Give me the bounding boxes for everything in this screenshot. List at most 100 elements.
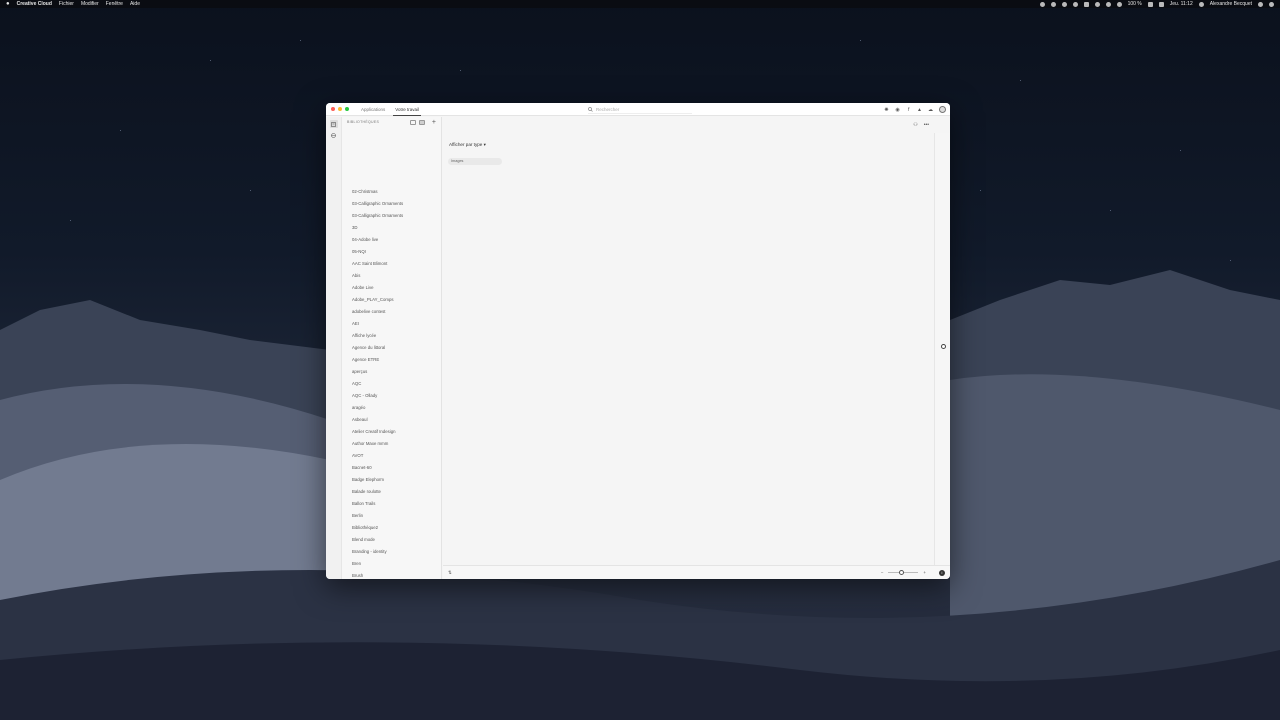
flag-icon[interactable]	[1158, 1, 1164, 7]
creative-cloud-icon[interactable]	[1061, 1, 1067, 7]
library-item[interactable]: aragéo	[352, 402, 403, 414]
tab-applications[interactable]: Applications	[361, 103, 385, 116]
library-item[interactable]: 02-Christmas	[352, 186, 403, 198]
library-item[interactable]: Bren	[352, 558, 403, 570]
minimize-window-button[interactable]	[338, 107, 342, 111]
libraries-panel: BIBLIOTHÈQUES + 02-Christmas 03-Calligrap…	[342, 117, 442, 579]
creative-cloud-window: Applications Votre travail Rechercher ✺ …	[326, 103, 950, 579]
help-icon[interactable]: ◉	[895, 107, 900, 113]
library-item[interactable]: 3D	[352, 222, 403, 234]
notification-center-icon[interactable]	[1269, 1, 1274, 7]
search-icon	[588, 106, 593, 112]
display-icon[interactable]	[1083, 1, 1089, 7]
close-window-button[interactable]	[331, 107, 335, 111]
library-item[interactable]: Adobe Live	[352, 282, 403, 294]
library-item[interactable]: Affiche lycée	[352, 330, 403, 342]
library-item[interactable]: aperçus	[352, 366, 403, 378]
status-icon[interactable]	[1039, 1, 1045, 7]
list-view-icon[interactable]	[409, 119, 416, 125]
library-item[interactable]: 03-Calligraphic Ornaments	[352, 198, 403, 210]
macos-menubar: ● Creative Cloud Fichier Modifier Fenêtr…	[0, 0, 1280, 8]
library-item[interactable]: Balade roulotte	[352, 486, 403, 498]
library-item[interactable]: 04-Adobe live	[352, 234, 403, 246]
sort-icon[interactable]: ⇅	[448, 570, 452, 576]
library-item[interactable]: AEI	[352, 318, 403, 330]
tab-votre-travail[interactable]: Votre travail	[393, 103, 421, 116]
menu-fenetre[interactable]: Fenêtre	[106, 1, 123, 7]
library-item[interactable]: Asbeaul	[352, 414, 403, 426]
library-item[interactable]: Author Maxe mmm	[352, 438, 403, 450]
grid-view-icon[interactable]	[418, 119, 425, 125]
add-library-button[interactable]: +	[432, 119, 436, 126]
search-bar[interactable]: Rechercher	[588, 105, 692, 114]
filter-label: Afficher par type	[449, 142, 483, 147]
search-input[interactable]: Rechercher	[596, 107, 619, 112]
dropbox-icon[interactable]	[1050, 1, 1056, 7]
library-item[interactable]: Agence ETRE	[352, 354, 403, 366]
library-item[interactable]: Brush	[352, 570, 403, 579]
apple-icon[interactable]: ●	[6, 1, 10, 7]
library-item[interactable]: 05-NQI	[352, 246, 403, 258]
library-item[interactable]: Badge Elephorm	[352, 474, 403, 486]
time-machine-icon[interactable]	[1094, 1, 1100, 7]
library-item[interactable]: Ballon Trails	[352, 498, 403, 510]
library-item[interactable]: adobelive contest	[352, 306, 403, 318]
zoom-out-icon[interactable]: −	[881, 570, 884, 575]
libraries-list: 02-Christmas 03-Calligraphic Ornaments 03-…	[352, 186, 403, 579]
library-item[interactable]: 03-Calligraphic Ornaments	[352, 210, 403, 222]
library-item[interactable]: Bacnet-60	[352, 462, 403, 474]
library-item[interactable]: AQC - Ollady	[352, 390, 403, 402]
library-item[interactable]: Adobe_PLAY_Comps	[352, 294, 403, 306]
avatar[interactable]	[939, 106, 946, 113]
main-content: ⚇ ••• Afficher par type ▾ Images	[443, 117, 934, 565]
view-by-type-dropdown[interactable]: Afficher par type ▾	[449, 142, 486, 148]
globe-icon	[331, 132, 336, 138]
menu-aide[interactable]: Aide	[130, 1, 140, 7]
window-titlebar: Applications Votre travail Rechercher ✺ …	[326, 103, 950, 116]
bottom-bar: ⇅ − + i	[443, 565, 950, 579]
info-icon[interactable]: i	[939, 569, 945, 576]
left-rail	[326, 117, 342, 579]
siri-icon[interactable]	[1258, 1, 1263, 7]
library-item[interactable]: Agence du littoral	[352, 342, 403, 354]
zoom-in-icon[interactable]: +	[923, 570, 926, 575]
invite-user-icon[interactable]: ⚇	[913, 122, 917, 128]
sync-icon[interactable]	[1072, 1, 1078, 7]
menubar-user[interactable]: Alexandre Becquet	[1210, 1, 1252, 7]
battery-icon[interactable]	[1147, 1, 1153, 7]
spotlight-icon[interactable]	[1198, 1, 1204, 7]
library-item[interactable]: AQC	[352, 378, 403, 390]
chevron-down-icon: ▾	[483, 142, 486, 147]
battery-percent[interactable]: 100 %	[1128, 1, 1142, 7]
library-item[interactable]: AAC Saint Blimont	[352, 258, 403, 270]
library-item[interactable]: Atelier Creatif Indesign	[352, 426, 403, 438]
zoom-control: − + i	[881, 569, 945, 576]
menu-modifier[interactable]: Modifier	[81, 1, 99, 7]
library-item[interactable]: Bibliothèque2	[352, 522, 403, 534]
gear-icon[interactable]: ✺	[884, 107, 889, 113]
font-icon[interactable]: f	[906, 107, 911, 113]
zoom-slider-handle[interactable]	[899, 570, 905, 575]
libraries-rail-button[interactable]	[329, 120, 338, 128]
libraries-title: BIBLIOTHÈQUES	[347, 120, 380, 124]
library-item[interactable]: AVOT	[352, 450, 403, 462]
more-options-icon[interactable]: •••	[924, 122, 929, 128]
wifi-icon[interactable]	[1105, 1, 1111, 7]
vertical-scrollbar[interactable]	[934, 133, 950, 565]
zoom-window-button[interactable]	[345, 107, 349, 111]
library-icon	[331, 121, 336, 127]
bell-icon[interactable]: ▲	[917, 107, 922, 113]
images-category-chip[interactable]: Images	[448, 158, 502, 165]
panel-expand-icon[interactable]	[941, 344, 946, 349]
menubar-clock[interactable]: Jeu. 11:12	[1170, 1, 1193, 7]
library-item[interactable]: Berlin	[352, 510, 403, 522]
menubar-app-name[interactable]: Creative Cloud	[17, 1, 52, 7]
globe-rail-button[interactable]	[330, 131, 338, 139]
volume-icon[interactable]	[1116, 1, 1122, 7]
menu-fichier[interactable]: Fichier	[59, 1, 74, 7]
zoom-slider[interactable]	[888, 570, 919, 575]
library-item[interactable]: Branding - identity	[352, 546, 403, 558]
library-item[interactable]: Blend mode	[352, 534, 403, 546]
library-item[interactable]: Abis	[352, 270, 403, 282]
cloud-icon[interactable]: ☁	[928, 107, 933, 113]
